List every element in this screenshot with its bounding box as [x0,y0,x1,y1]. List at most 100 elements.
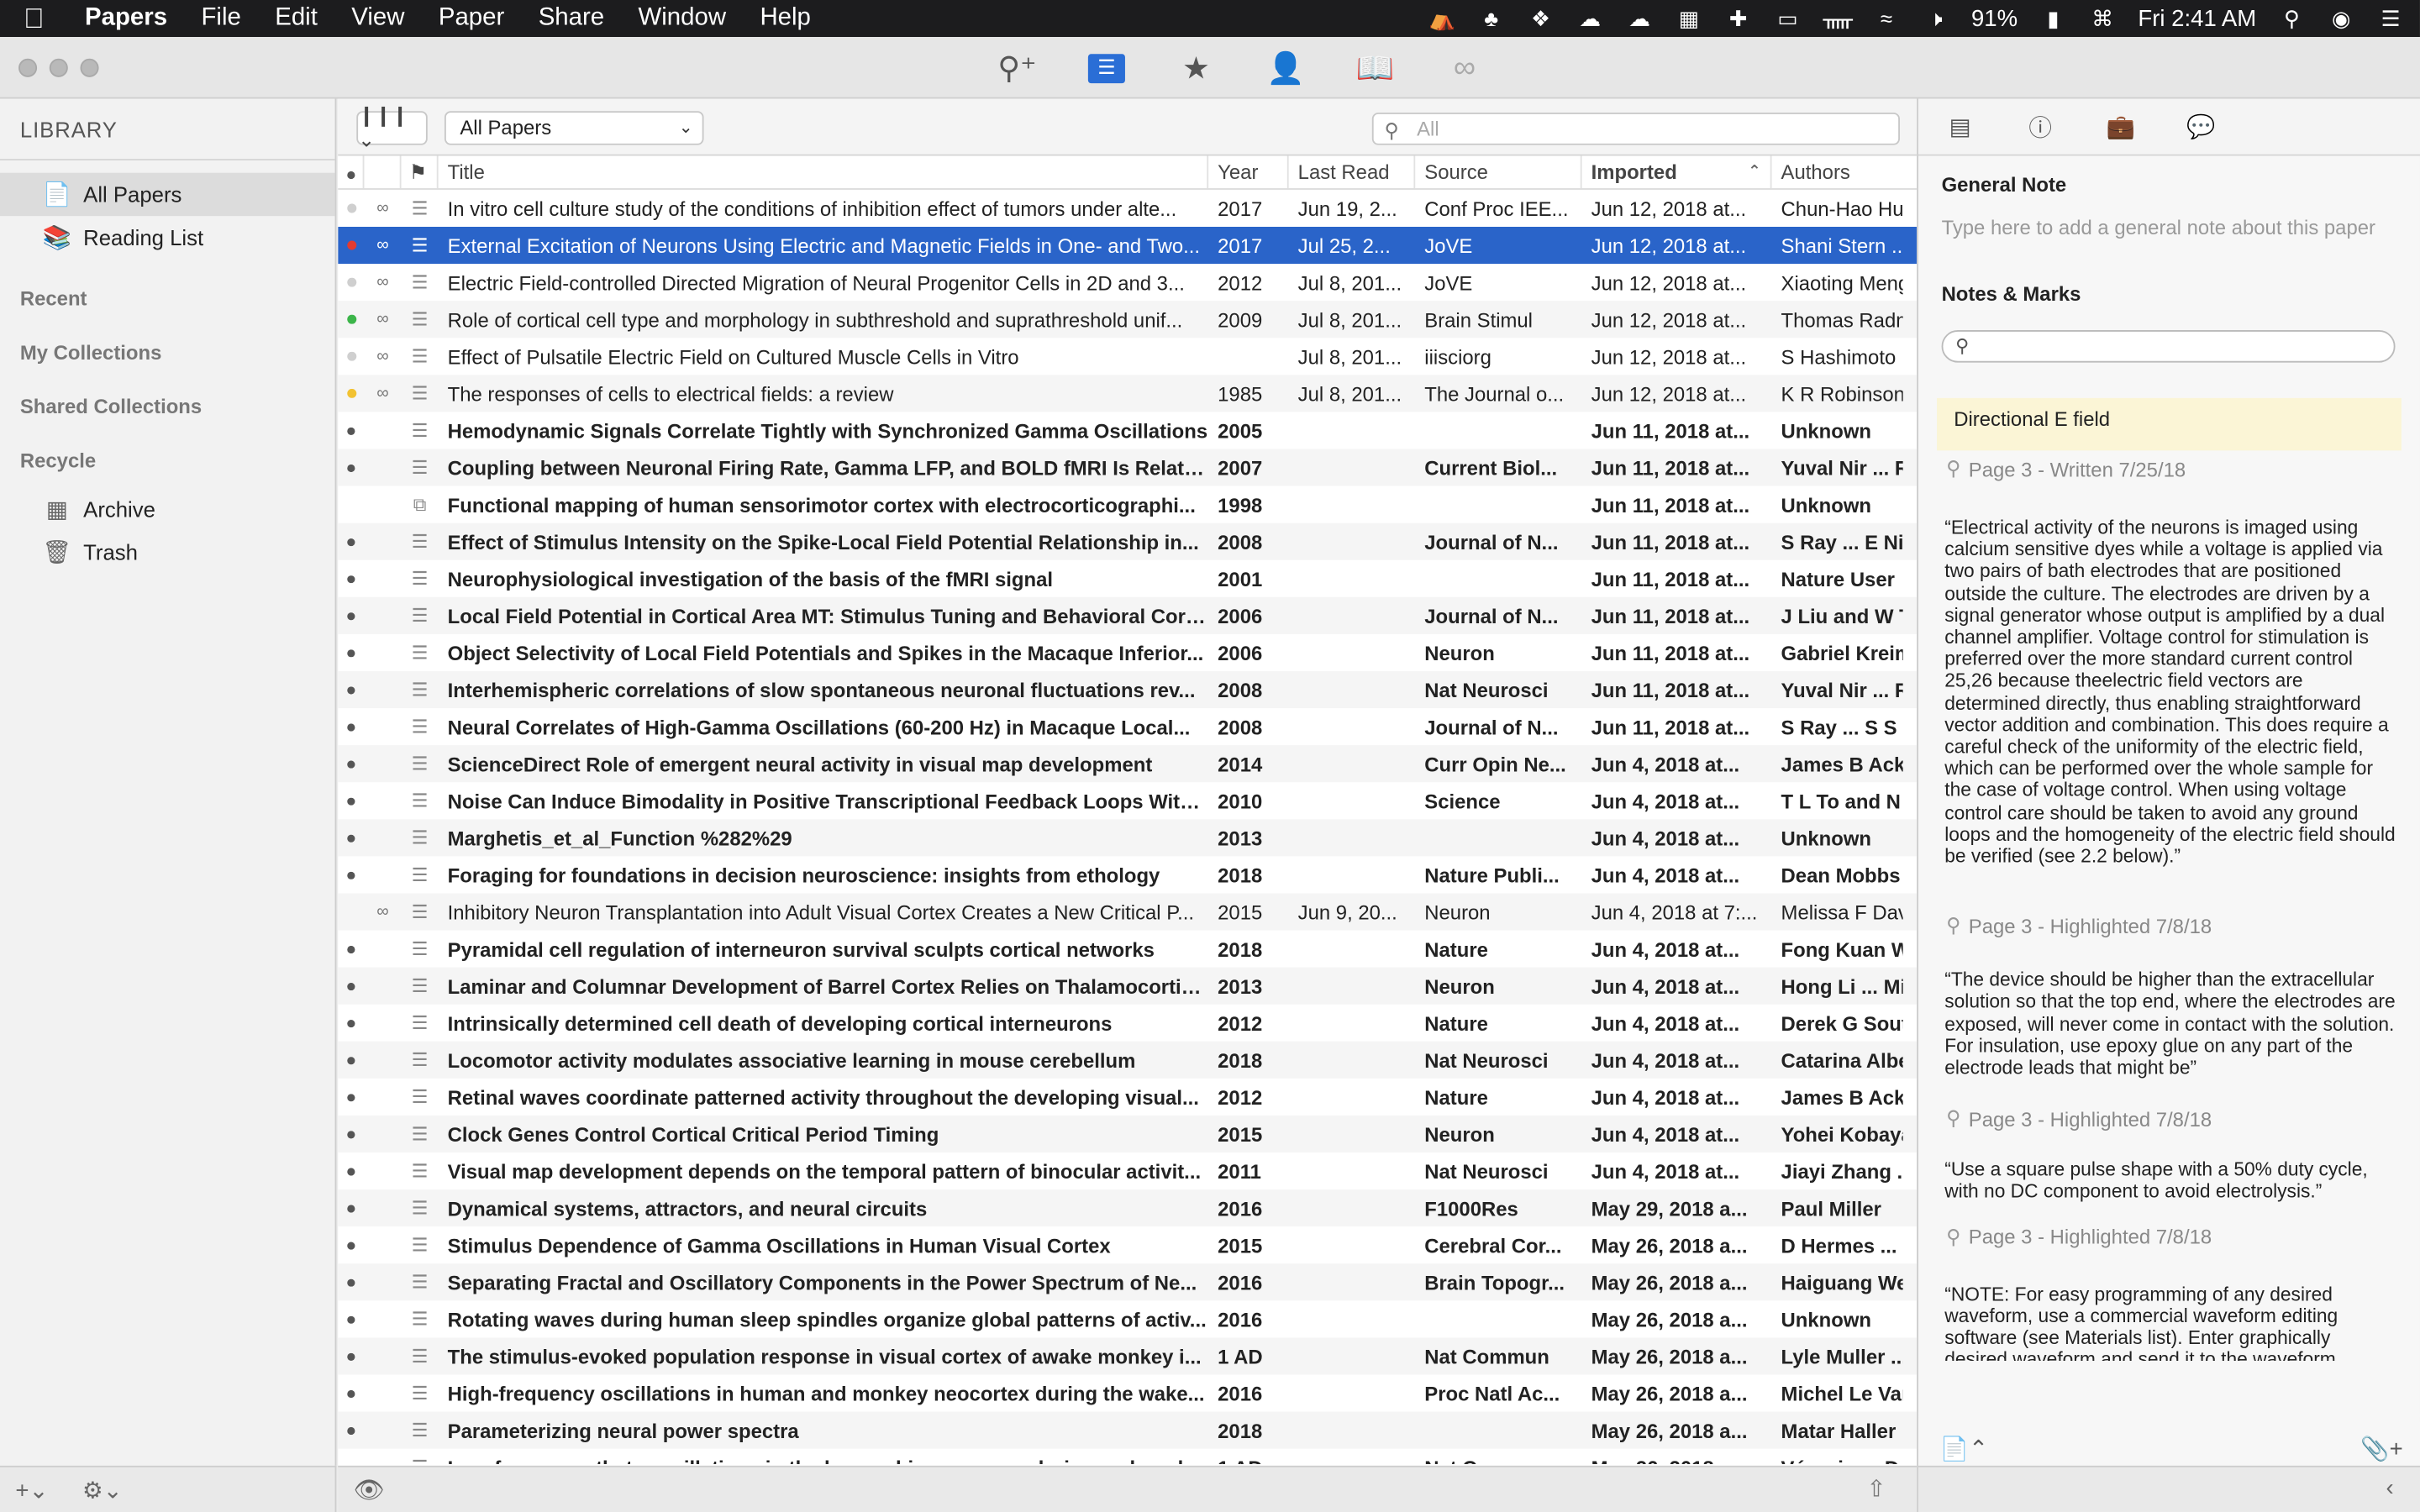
table-row[interactable]: ∞ ☰ External Excitation of Neurons Using E… [338,226,1918,265]
file-cell[interactable]: ☰ [402,1197,439,1219]
table-row[interactable]: ☰ High-frequency oscillations in human an… [338,1374,1917,1411]
cloud-download-icon[interactable]: ☁ [1626,6,1654,30]
file-cell[interactable]: ☰ [402,1012,439,1034]
attachment-icon[interactable]: 📎+ [2360,1435,2402,1462]
file-cell[interactable]: ☰ [402,1457,439,1464]
status-cell[interactable] [338,870,364,879]
note-location[interactable]: ⚲ Page 3 - Highlighted 7/8/18 [1918,1106,2420,1131]
status-cell[interactable] [338,722,364,731]
read-cell[interactable]: ∞ [364,273,401,291]
file-cell[interactable]: ☰ [402,1234,439,1256]
file-cell[interactable]: ☰ [402,1160,439,1182]
table-row[interactable]: ⧉ Functional mapping of human sensorimoto… [338,486,1917,523]
reading-glasses-button[interactable]: ∞ [1435,48,1494,88]
read-cell[interactable]: ∞ [364,347,401,365]
column-read[interactable] [364,155,402,189]
status-cell[interactable] [338,1167,364,1175]
sidebar-section-my-collections[interactable]: My Collections [0,326,335,380]
note-location[interactable]: ⚲ Page 3 - Highlighted 7/8/18 [1918,914,2420,938]
status-cell[interactable] [338,1352,364,1361]
status-cell[interactable] [338,1389,364,1398]
add-collection-button[interactable]: +⌄ [15,1476,48,1504]
minimize-window-button[interactable] [49,58,68,77]
table-row[interactable]: ∞ ☰ Role of cortical cell type and morphol… [338,301,1918,339]
status-cell[interactable] [338,351,364,361]
file-cell[interactable]: ☰ [402,975,439,997]
file-cell[interactable]: ☰ [402,420,439,442]
read-cell[interactable]: ∞ [364,236,401,255]
status-cell[interactable] [338,759,364,768]
file-cell[interactable]: ☰ [402,1420,439,1441]
table-row[interactable]: ☰ Foraging for foundations in decision ne… [338,856,1917,893]
table-row[interactable]: ☰ Rotating waves during human sleep spind… [338,1300,1917,1337]
table-row[interactable]: ☰ The stimulus-evoked population response… [338,1337,1918,1375]
status-cell[interactable] [338,833,364,842]
starred-button[interactable]: ★ [1167,48,1226,88]
table-row[interactable]: ☰ ScienceDirect Role of emergent neural a… [338,745,1918,783]
file-cell[interactable]: ⧉ [402,493,439,517]
sidebar-item-trash[interactable]: 🗑 Trash [0,531,335,574]
column-imported[interactable]: Imported ⌃ [1582,155,1772,189]
table-row[interactable]: ☰ Interhemispheric correlations of slow s… [338,670,1918,709]
table-row[interactable]: ☰ Low-frequency theta oscillations in the… [338,1449,1917,1465]
file-cell[interactable]: ☰ [402,1086,439,1108]
read-cell[interactable]: ∞ [364,902,401,921]
menu-help[interactable]: Help [743,5,828,33]
file-cell[interactable]: ☰ [402,605,439,627]
library-view-button[interactable]: ☰ [1077,48,1136,88]
note-location[interactable]: ⚲ Page 3 - Written 7/25/18 [1918,457,2420,481]
close-window-button[interactable] [18,58,38,77]
status-cell[interactable] [338,575,364,583]
note-location[interactable]: ⚲ Page 3 - Highlighted 7/8/18 [1918,1225,2420,1249]
file-cell[interactable]: ☰ [402,234,439,256]
column-last-read[interactable]: Last Read [1289,155,1416,189]
clock[interactable]: Fri 2:41 AM [2138,5,2256,31]
status-cell[interactable] [338,1093,364,1101]
file-cell[interactable]: ☰ [402,827,439,848]
status-cell[interactable] [338,648,364,657]
table-row[interactable]: ☰ Noise Can Induce Bimodality in Positive… [338,782,1917,819]
notes-search-input[interactable]: ⚲ [1941,330,2396,363]
table-row[interactable]: ∞ ☰ Electric Field-controlled Directed Mig… [338,264,1917,301]
file-cell[interactable]: ☰ [402,642,439,664]
sidebar-section-recent[interactable]: Recent [0,271,335,325]
file-cell[interactable]: ☰ [402,1123,439,1145]
sidebar-item-archive[interactable]: ▦ Archive [0,487,335,530]
gear-icon[interactable]: ⚙⌄ [82,1476,123,1504]
column-year[interactable]: Year [1208,155,1289,189]
zoom-window-button[interactable] [80,58,99,77]
plus-cross-icon[interactable]: ✚ [1724,6,1752,30]
new-note-icon[interactable]: 📄⌃ [1940,1435,1988,1462]
status-cell[interactable] [338,1463,364,1465]
sidebar-section-shared-collections[interactable]: Shared Collections [0,380,335,433]
notification-center-icon[interactable]: ☰ [2377,6,2405,30]
table-row[interactable]: ☰ Clock Genes Control Cortical Critical P… [338,1115,1918,1153]
table-row[interactable]: ☰ Intrinsically determined cell death of … [338,1005,1917,1042]
status-cell[interactable] [338,1204,364,1212]
file-cell[interactable]: ☰ [402,938,439,960]
status-cell[interactable] [338,388,364,398]
volume-icon[interactable]: 🕨 [1922,6,1949,30]
table-row[interactable]: ☰ Object Selectivity of Local Field Poten… [338,634,1917,671]
general-note-field[interactable]: Type here to add a general note about th… [1918,216,2420,239]
status-cell[interactable] [338,944,364,953]
sidebar-item-all-papers[interactable]: 📄 All Papers [0,172,335,217]
column-flag[interactable]: ⚑ [402,155,439,189]
reader-button[interactable]: 📖 [1346,48,1405,88]
menu-paper[interactable]: Paper [422,5,522,33]
status-cell[interactable] [338,1056,364,1064]
read-cell[interactable]: ∞ [364,384,401,402]
status-cell[interactable] [338,314,364,324]
file-cell[interactable]: ☰ [402,568,439,590]
collection-filter-select[interactable]: All Papers ⌄ [444,111,704,145]
table-row[interactable]: ☰ Parameterizing neural power spectra 2018… [338,1411,1918,1449]
table-row[interactable]: ☰ Local Field Potential in Cortical Area … [338,596,1918,634]
table-row[interactable]: ∞ ☰ Inhibitory Neuron Transplantation into… [338,893,1918,931]
battery-icon[interactable]: ▮ [2039,6,2067,30]
read-cell[interactable]: ∞ [364,199,401,218]
status-cell[interactable] [338,982,364,990]
collapse-panel-icon[interactable]: ‹ [2386,1475,2394,1501]
status-cell[interactable] [338,240,364,250]
airplay-icon[interactable]: ▭ [1774,6,1802,30]
status-cell[interactable] [338,426,364,435]
